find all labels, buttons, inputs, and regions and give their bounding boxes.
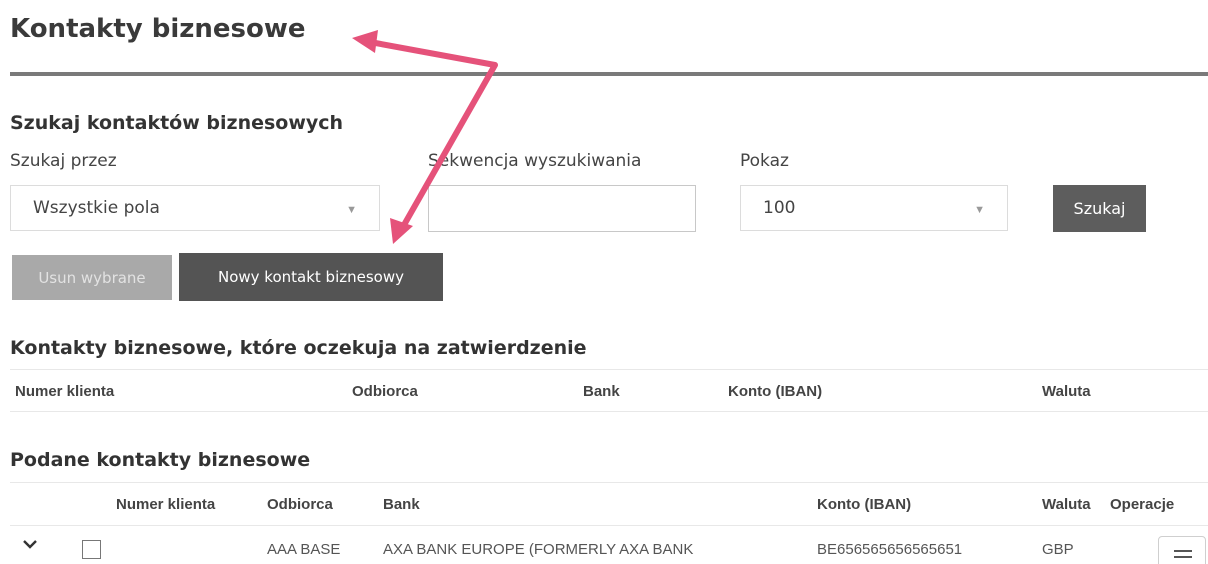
table-row: AAA BASE AXA BANK EUROPE (FORMERLY AXA B… xyxy=(10,526,1208,564)
column-header-recipient: Odbiorca xyxy=(352,383,418,400)
search-sequence-label: Sekwencja wyszukiwania xyxy=(428,151,642,171)
delete-selected-button[interactable]: Usun wybrane xyxy=(12,255,172,300)
column-header-currency: Waluta xyxy=(1042,383,1091,400)
pending-section-title: Kontakty biznesowe, które oczekuja na za… xyxy=(10,337,587,359)
page-title: Kontakty biznesowe xyxy=(10,14,306,44)
show-count-select[interactable]: 100 ▼ xyxy=(740,185,1008,231)
search-section-title: Szukaj kontaktów biznesowych xyxy=(10,112,344,134)
column-header-operations: Operacje xyxy=(1110,496,1175,513)
cell-recipient: AAA BASE xyxy=(267,541,341,558)
search-by-select[interactable]: Wszystkie pola ▼ xyxy=(10,185,380,231)
operations-menu-button[interactable] xyxy=(1158,536,1206,564)
title-divider xyxy=(10,72,1208,76)
chevron-down-icon[interactable] xyxy=(22,538,46,558)
column-header-iban: Konto (IBAN) xyxy=(728,383,823,400)
given-section-title: Podane kontakty biznesowe xyxy=(10,449,311,471)
column-header-client-number: Numer klienta xyxy=(116,496,216,513)
cell-iban: BE656565656565651 xyxy=(817,541,963,558)
cell-currency: GBP xyxy=(1042,541,1074,558)
chevron-down-icon: ▼ xyxy=(346,204,357,216)
new-contact-button[interactable]: Nowy kontakt biznesowy xyxy=(179,253,443,301)
cell-bank: AXA BANK EUROPE (FORMERLY AXA BANK xyxy=(383,541,694,558)
search-by-label: Szukaj przez xyxy=(10,151,117,171)
column-header-bank: Bank xyxy=(383,496,420,513)
search-button[interactable]: Szukaj xyxy=(1053,185,1146,232)
show-count-value: 100 xyxy=(763,198,796,218)
given-table-header: Numer klienta Odbiorca Bank Konto (IBAN)… xyxy=(10,482,1208,526)
show-count-label: Pokaz xyxy=(740,151,789,171)
search-sequence-input[interactable] xyxy=(428,185,696,232)
chevron-down-icon: ▼ xyxy=(974,204,985,216)
column-header-client-number: Numer klienta xyxy=(15,383,115,400)
column-header-bank: Bank xyxy=(583,383,620,400)
search-by-value: Wszystkie pola xyxy=(33,198,160,218)
row-select-checkbox[interactable] xyxy=(82,540,101,559)
column-header-currency: Waluta xyxy=(1042,496,1091,513)
column-header-iban: Konto (IBAN) xyxy=(817,496,912,513)
column-header-recipient: Odbiorca xyxy=(267,496,333,513)
pending-table-header: Numer klienta Odbiorca Bank Konto (IBAN)… xyxy=(10,369,1208,412)
